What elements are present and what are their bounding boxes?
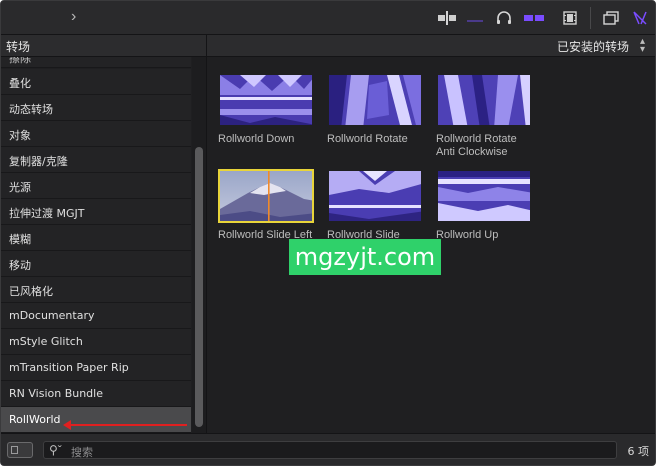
transitions-browser-window: › 转场 已安装的转场 ▴ ▾ 擦除 叠化 动态转场 对象 复制器/克隆 光源 … <box>0 0 656 466</box>
headphones-icon[interactable] <box>495 10 513 26</box>
sidebar-item-label: mStyle Glitch <box>9 335 83 348</box>
sidebar-item[interactable]: 移动 <box>1 251 191 277</box>
sidebar-item[interactable]: 叠化 <box>1 69 191 95</box>
top-toolbar: › <box>1 1 655 35</box>
sidebar-item-label: RollWorld <box>9 413 61 426</box>
sidebar-item[interactable]: mTransition Paper Rip <box>1 355 191 381</box>
chevron-right-icon[interactable]: › <box>71 8 87 26</box>
sidebar-scrollbar-thumb[interactable] <box>195 147 203 427</box>
sidebar-item[interactable]: 模糊 <box>1 225 191 251</box>
browser-icon[interactable] <box>602 10 620 26</box>
snapping-icon[interactable] <box>523 10 545 26</box>
bottom-bar: ⚲ˇ 搜索 6 项 <box>1 433 655 465</box>
sidebar-item-label: RN Vision Bundle <box>9 387 103 400</box>
search-icon[interactable]: ⚲ˇ <box>49 443 62 457</box>
transition-tile[interactable]: Rollworld Rotate <box>327 73 427 146</box>
installed-transitions-popup[interactable]: 已安装的转场 <box>557 38 629 55</box>
sidebar-item-label: 移动 <box>9 259 31 272</box>
sidebar-item[interactable]: mStyle Glitch <box>1 329 191 355</box>
transition-tile-selected[interactable]: Rollworld Slide Left <box>218 169 318 242</box>
sidebar-item-rollworld[interactable]: RollWorld <box>1 407 191 433</box>
transition-thumbnail[interactable] <box>218 73 314 127</box>
toolbar-divider <box>590 7 591 29</box>
sidebar-item-partial[interactable]: 擦除 <box>1 57 191 68</box>
sidebar-item-label: 叠化 <box>9 77 31 90</box>
transition-thumbnail[interactable] <box>327 73 423 127</box>
sidebar-item-label: 光源 <box>9 181 31 194</box>
sidebar-item[interactable]: 动态转场 <box>1 95 191 121</box>
transition-name: Rollworld Rotate <box>327 133 408 145</box>
sidebar-item[interactable]: 对象 <box>1 121 191 147</box>
sidebar-item-label: 擦除 <box>9 57 31 65</box>
sidebar-item-label: mDocumentary <box>9 309 95 322</box>
sidebar-item[interactable]: 已风格化 <box>1 277 191 303</box>
search-field[interactable]: ⚲ˇ 搜索 <box>43 441 617 459</box>
transition-tile[interactable]: Rollworld Rotate Anti Clockwise <box>436 73 536 159</box>
transition-thumbnail[interactable] <box>436 73 532 127</box>
category-header: 转场 <box>1 35 207 57</box>
sidebar-item-label: 拉伸过渡 MGJT <box>9 207 85 220</box>
transition-thumbnail[interactable] <box>436 169 532 223</box>
item-count: 6 项 <box>627 445 650 458</box>
clip-trim-icon[interactable] <box>437 10 457 26</box>
filter-header: 已安装的转场 ▴ ▾ <box>207 35 655 57</box>
transition-thumbnail[interactable] <box>327 169 423 223</box>
sidebar-item-label: 对象 <box>9 129 31 142</box>
transition-thumbnail[interactable] <box>218 169 314 223</box>
search-placeholder: 搜索 <box>71 446 93 459</box>
audio-waveform-icon[interactable] <box>465 10 485 26</box>
sidebar-item-label: mTransition Paper Rip <box>9 361 129 374</box>
category-sidebar: 擦除 叠化 动态转场 对象 复制器/克隆 光源 拉伸过渡 MGJT 模糊 移动 … <box>1 57 207 433</box>
sidebar-item[interactable]: RN Vision Bundle <box>1 381 191 407</box>
transition-tile[interactable]: Rollworld Up <box>436 169 536 242</box>
sidebar-item-label: 动态转场 <box>9 103 53 116</box>
annotation-arrow-head <box>63 420 71 430</box>
transition-name: Rollworld Down <box>218 133 295 145</box>
watermark-banner: mgzyjt.com <box>289 239 441 275</box>
sidebar-item[interactable]: 光源 <box>1 173 191 199</box>
sidebar-item[interactable]: 拉伸过渡 MGJT <box>1 199 191 225</box>
transition-tile[interactable]: Rollworld Down <box>218 73 318 146</box>
sidebar-icon <box>11 446 18 454</box>
sidebar-item-label: 已风格化 <box>9 285 53 298</box>
transition-name: Rollworld Up <box>436 229 499 241</box>
video-clip-icon[interactable] <box>561 10 579 26</box>
effects-icon[interactable] <box>631 10 649 26</box>
transition-name: Rollworld Rotate Anti Clockwise <box>436 133 517 158</box>
sidebar-item[interactable]: mDocumentary <box>1 303 191 329</box>
category-title: 转场 <box>6 40 31 54</box>
sidebar-item-label: 复制器/克隆 <box>9 155 68 168</box>
annotation-arrow <box>67 424 187 426</box>
sidebar-item-label: 模糊 <box>9 233 31 246</box>
chevron-updown-icon[interactable]: ▴ ▾ <box>640 37 645 55</box>
transition-tile[interactable]: Rollworld Slide <box>327 169 427 242</box>
sidebar-item[interactable]: 复制器/克隆 <box>1 147 191 173</box>
sidebar-toggle-button[interactable] <box>7 442 33 458</box>
